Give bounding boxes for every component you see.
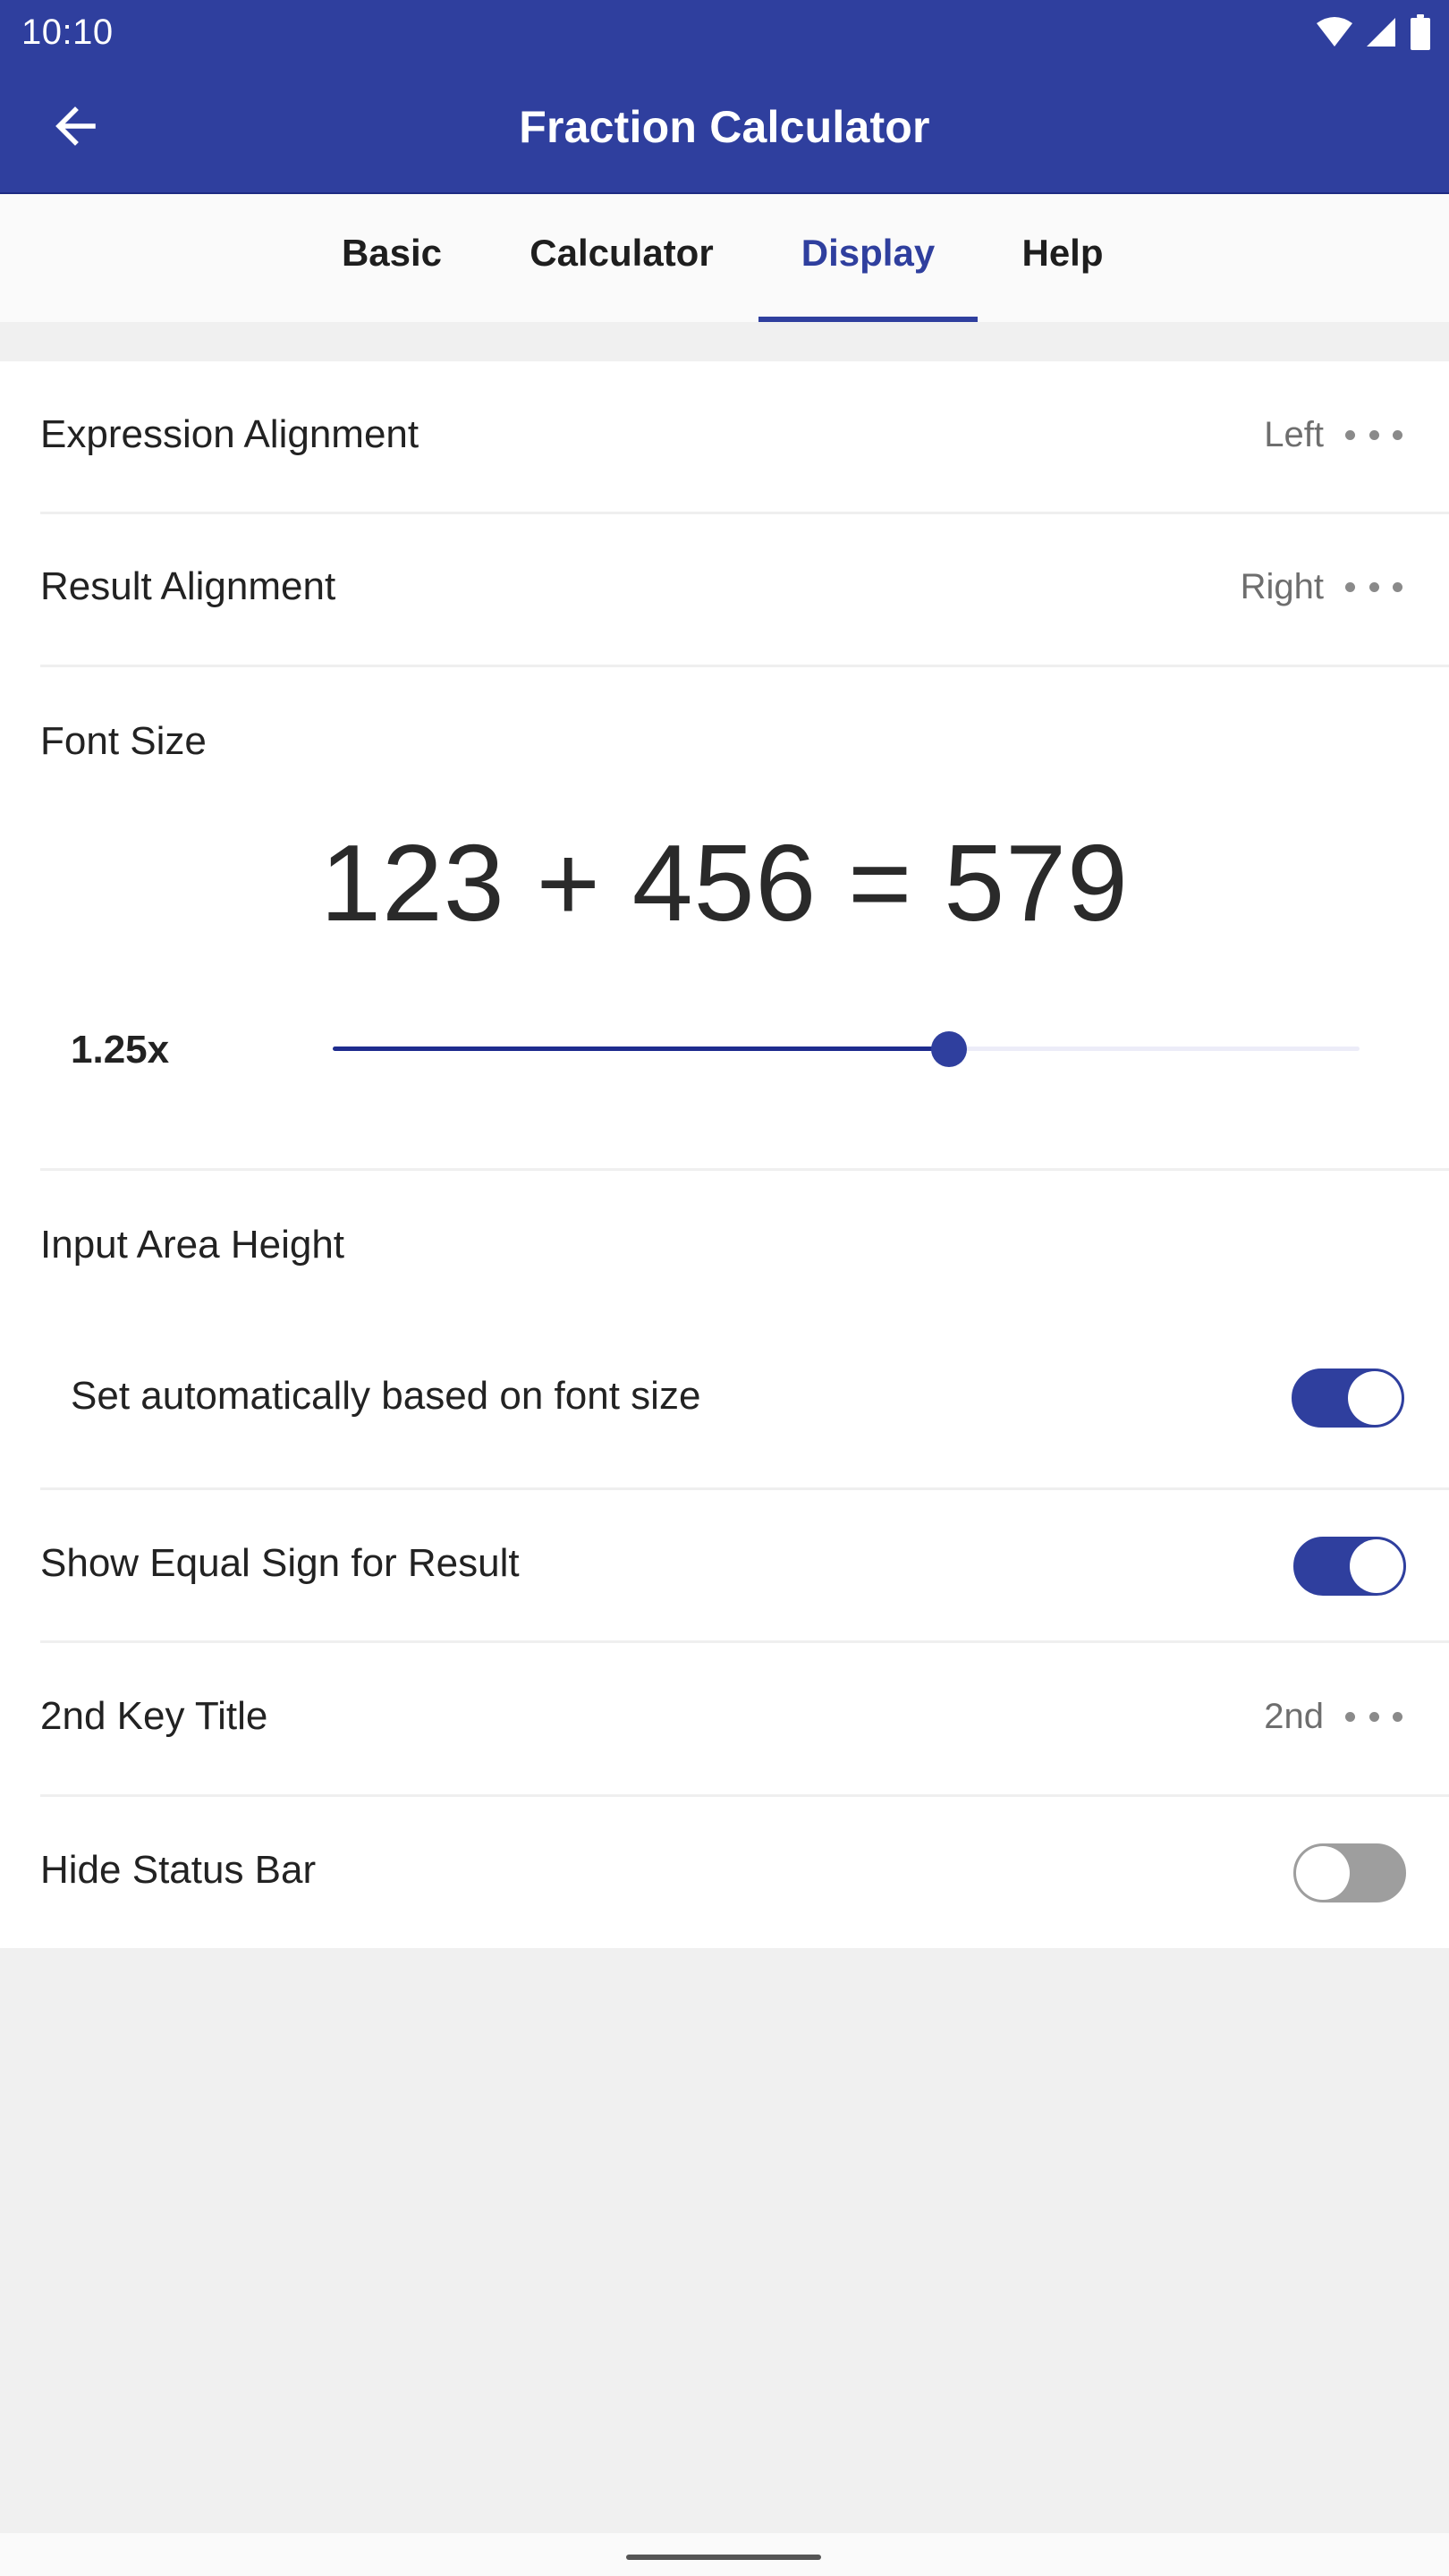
result-alignment-label: Result Alignment	[40, 564, 336, 608]
tab-label: Display	[801, 231, 936, 274]
result-alignment-row[interactable]: Result Alignment Right	[0, 513, 1449, 667]
input-area-height-label: Input Area Height	[40, 1223, 345, 1267]
show-equal-sign-toggle[interactable]	[1293, 1537, 1406, 1596]
tab-display[interactable]: Display	[758, 194, 978, 322]
font-size-label: Font Size	[40, 719, 207, 763]
more-horizontal-icon[interactable]	[1345, 569, 1402, 605]
app-title: Fraction Calculator	[519, 102, 930, 152]
status-bar: 10:10	[0, 0, 1449, 67]
font-size-preview-expression: 123 + 456 = 579	[320, 822, 1129, 944]
more-horizontal-icon[interactable]	[1345, 1699, 1402, 1734]
expression-alignment-label: Expression Alignment	[40, 412, 419, 456]
tab-label: Calculator	[530, 231, 714, 274]
tab-label: Basic	[341, 231, 443, 274]
hide-status-bar-row[interactable]: Hide Status Bar	[0, 1796, 1449, 1948]
slider-thumb[interactable]	[930, 1031, 967, 1067]
font-size-section: Font Size 123 + 456 = 579 1.25x	[0, 666, 1449, 1171]
font-size-slider[interactable]	[333, 1021, 1360, 1075]
show-equal-sign-label: Show Equal Sign for Result	[40, 1541, 520, 1585]
toggle-knob	[1350, 1539, 1403, 1593]
tab-help[interactable]: Help	[1000, 194, 1125, 322]
status-icons	[1317, 13, 1431, 52]
expression-alignment-value: Left	[1264, 415, 1324, 454]
slider-fill	[333, 1046, 949, 1051]
cellular-signal-icon	[1367, 18, 1395, 47]
display-settings-list: Expression Alignment Left Result Alignme…	[0, 361, 1449, 1948]
tab-basic[interactable]: Basic	[320, 194, 463, 322]
hide-status-bar-toggle[interactable]	[1293, 1843, 1406, 1902]
system-navigation-bar	[0, 2533, 1449, 2576]
home-gesture-handle[interactable]	[626, 2555, 821, 2560]
more-horizontal-icon[interactable]	[1345, 417, 1402, 453]
toggle-knob	[1296, 1846, 1350, 1900]
font-size-scale-value: 1.25x	[71, 1028, 170, 1072]
tab-active-indicator	[758, 317, 978, 322]
second-key-title-row[interactable]: 2nd Key Title 2nd	[0, 1642, 1449, 1797]
tab-label: Help	[1021, 231, 1104, 274]
tab-calculator[interactable]: Calculator	[508, 194, 735, 322]
tab-bar: Basic Calculator Display Help	[0, 194, 1449, 322]
auto-height-toggle[interactable]	[1292, 1368, 1404, 1428]
result-alignment-value: Right	[1240, 567, 1324, 606]
battery-icon	[1411, 14, 1430, 50]
show-equal-sign-row[interactable]: Show Equal Sign for Result	[0, 1489, 1449, 1643]
hide-status-bar-label: Hide Status Bar	[40, 1848, 317, 1892]
wifi-icon	[1317, 17, 1352, 47]
second-key-title-label: 2nd Key Title	[40, 1694, 268, 1738]
auto-height-label: Set automatically based on font size	[71, 1374, 701, 1418]
expression-alignment-row[interactable]: Expression Alignment Left	[0, 361, 1449, 514]
app-bar: Fraction Calculator	[0, 67, 1449, 194]
toggle-knob	[1348, 1371, 1402, 1425]
input-area-height-section: Input Area Height Set automatically base…	[0, 1170, 1449, 1490]
status-time: 10:10	[21, 13, 114, 52]
second-key-title-value: 2nd	[1264, 1697, 1324, 1736]
